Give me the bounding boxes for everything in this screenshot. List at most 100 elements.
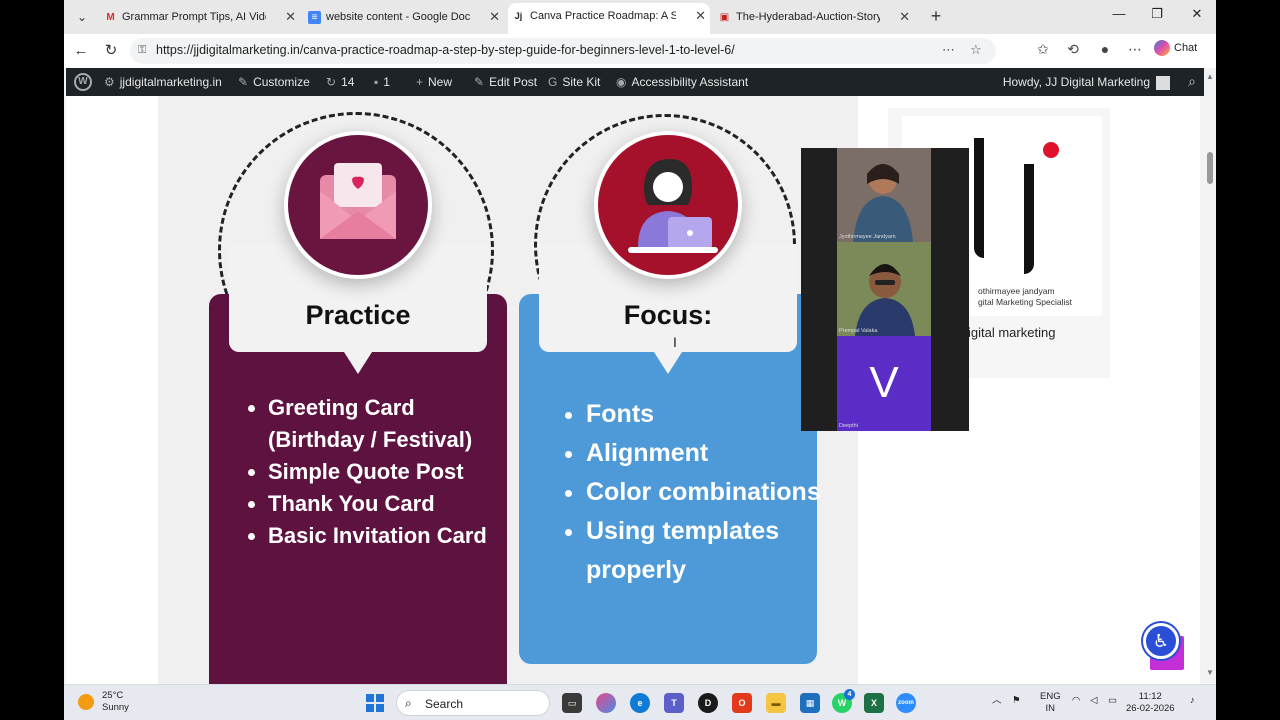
- wp-comments-link[interactable]: ▪ 1: [374, 75, 390, 89]
- participant-name: Deepthi: [839, 423, 858, 429]
- tab-actions-chevron-icon[interactable]: ⌄: [70, 6, 94, 28]
- logo-name-line: othirmayee jandyam: [978, 286, 1055, 296]
- list-item: Color combinations: [586, 473, 826, 512]
- copilot-app-icon[interactable]: [596, 693, 616, 713]
- battery-icon[interactable]: ▭: [1108, 695, 1117, 707]
- participant-tile[interactable]: Prempal Valaka: [837, 242, 931, 336]
- copilot-chat-button[interactable]: Chat: [1154, 40, 1197, 56]
- wp-site-kit-link[interactable]: G Site Kit: [548, 75, 600, 89]
- settings-menu-icon[interactable]: ⋯: [1124, 41, 1146, 58]
- focus-list: Fonts Alignment Color combinations Using…: [586, 395, 826, 590]
- page-scrollbar[interactable]: ▲ ▼: [1204, 68, 1216, 684]
- close-tab-icon[interactable]: ✕: [695, 3, 706, 29]
- close-tab-icon[interactable]: ✕: [899, 4, 910, 30]
- focus-pointer: [654, 352, 682, 374]
- windows-start-icon[interactable]: [366, 694, 384, 712]
- wp-new-link[interactable]: + New: [416, 75, 452, 89]
- close-tab-icon[interactable]: ✕: [489, 4, 500, 30]
- taskbar-search[interactable]: ⌕ Search: [396, 690, 550, 716]
- brush-icon: ✎: [238, 75, 249, 89]
- participant-tile[interactable]: V Deepthi: [837, 336, 931, 431]
- tab-label: Canva Practice Roadmap: A Step-: [530, 10, 676, 22]
- teams-icon[interactable]: T: [664, 693, 684, 713]
- date: 26-02-2026: [1126, 703, 1175, 714]
- tab-pdf[interactable]: ▣ The-Hyderabad-Auction-Story-Me ✕: [714, 4, 914, 32]
- accessibility-button[interactable]: ♿: [1143, 623, 1179, 659]
- excel-icon[interactable]: X: [864, 693, 884, 713]
- refresh-icon[interactable]: ↻: [100, 40, 122, 62]
- notification-bell-icon[interactable]: ♪: [1190, 695, 1195, 707]
- search-icon[interactable]: ⌕: [1188, 73, 1196, 90]
- participant-name: Jyothirmayee Jandyam: [839, 234, 896, 240]
- network-status-icon[interactable]: ⚑: [1012, 695, 1021, 707]
- file-explorer-icon[interactable]: ▬: [766, 693, 786, 713]
- tab-label: Grammar Prompt Tips, AI Video A: [122, 11, 266, 23]
- wp-site-link[interactable]: ⚙ jjdigitalmarketing.in: [104, 75, 222, 89]
- scroll-thumb[interactable]: [1207, 152, 1213, 184]
- wp-customize-label: Customize: [253, 75, 310, 89]
- wp-accessibility-link[interactable]: ◉ Accessibility Assistant: [616, 75, 748, 89]
- wp-customize-link[interactable]: ✎ Customize: [238, 75, 310, 89]
- list-item: Alignment: [586, 434, 826, 473]
- weather-widget[interactable]: 25°C Sunny: [78, 690, 129, 714]
- list-item: Simple Quote Post: [268, 456, 498, 488]
- more-dots-icon[interactable]: ⋯: [942, 42, 955, 58]
- video-call-overlay[interactable]: Jyothirmayee Jandyam Prempal Valaka V De…: [801, 148, 969, 431]
- pencil-icon: ✎: [474, 75, 485, 89]
- volume-icon[interactable]: ◁: [1090, 695, 1097, 707]
- tab-google-docs[interactable]: ≡ website content - Google Docs ✕: [304, 4, 504, 32]
- minimize-icon[interactable]: —: [1104, 6, 1134, 21]
- practice-list: Greeting Card (Birthday / Festival) Simp…: [268, 392, 498, 552]
- url-text: https://jjdigitalmarketing.in/canva-prac…: [156, 43, 735, 57]
- clock[interactable]: 11:12 26-02-2026: [1126, 691, 1175, 715]
- zoom-icon[interactable]: zoom: [896, 693, 916, 713]
- temperature: 25°C: [102, 690, 124, 701]
- logo-owner-name: othirmayee jandyam gital Marketing Specia…: [978, 286, 1072, 308]
- language-indicator[interactable]: ENG IN: [1040, 691, 1061, 715]
- favorite-star-icon[interactable]: ☆: [970, 42, 982, 58]
- close-tab-icon[interactable]: ✕: [285, 4, 296, 30]
- tab-label: website content - Google Docs: [326, 11, 470, 23]
- weather-condition: Sunny: [102, 702, 129, 713]
- restore-icon[interactable]: ❐: [1142, 6, 1172, 22]
- wifi-icon[interactable]: ◠: [1072, 695, 1080, 707]
- wp-account-menu[interactable]: Howdy, JJ Digital Marketing: [1003, 75, 1170, 90]
- dashboard-icon: ⚙: [104, 75, 115, 89]
- history-icon[interactable]: ⟲: [1062, 41, 1084, 58]
- navigation-bar: ← ↻ ⚿ https://jjdigitalmarketing.in/canv…: [64, 34, 1216, 68]
- lang-code: ENG: [1040, 691, 1061, 702]
- tab-label: The-Hyderabad-Auction-Story-Me: [736, 11, 880, 23]
- favorites-icon[interactable]: ✩: [1032, 41, 1054, 58]
- wp-comments-count: 1: [383, 75, 390, 89]
- tab-canva-roadmap[interactable]: Jj Canva Practice Roadmap: A Step- ✕: [508, 3, 710, 34]
- windows-taskbar: 25°C Sunny ⌕ Search ▭ e T D O ▬ ▦ W 4 X …: [64, 684, 1216, 720]
- edge-icon[interactable]: e: [630, 693, 650, 713]
- profile-avatar-icon[interactable]: ●: [1094, 41, 1116, 57]
- office-icon[interactable]: O: [732, 693, 752, 713]
- address-bar[interactable]: ⚿ https://jjdigitalmarketing.in/canva-pr…: [130, 38, 996, 64]
- back-arrow-icon[interactable]: ←: [70, 40, 92, 62]
- new-tab-button[interactable]: +: [924, 4, 948, 30]
- logo-tagline: igital marketing: [968, 325, 1056, 340]
- participant-tile[interactable]: Jyothirmayee Jandyam: [837, 148, 931, 242]
- wp-edit-post-link[interactable]: ✎ Edit Post: [474, 75, 537, 89]
- scroll-up-icon[interactable]: ▲: [1206, 72, 1214, 81]
- tray-chevron-icon[interactable]: ︿: [992, 695, 1002, 707]
- wp-updates-link[interactable]: ↻ 14: [326, 75, 354, 89]
- practice-pointer: [344, 352, 372, 374]
- logo-j-stroke: [974, 138, 984, 258]
- participant-video: [837, 148, 931, 242]
- task-view-icon[interactable]: ▭: [562, 693, 582, 713]
- updates-icon: ↻: [326, 75, 337, 89]
- logo-j-stroke: [1024, 164, 1034, 274]
- close-window-icon[interactable]: ✕: [1182, 6, 1212, 22]
- store-icon[interactable]: ▦: [800, 693, 820, 713]
- list-item: Fonts: [586, 395, 826, 434]
- sun-icon: [78, 694, 94, 710]
- tab-gmail[interactable]: M Grammar Prompt Tips, AI Video A ✕: [100, 4, 300, 32]
- google-g-icon: G: [548, 75, 558, 89]
- site-info-icon[interactable]: ⚿: [138, 44, 152, 58]
- scroll-down-icon[interactable]: ▼: [1206, 668, 1214, 677]
- wordpress-logo-icon[interactable]: W: [74, 73, 92, 91]
- dell-icon[interactable]: D: [698, 693, 718, 713]
